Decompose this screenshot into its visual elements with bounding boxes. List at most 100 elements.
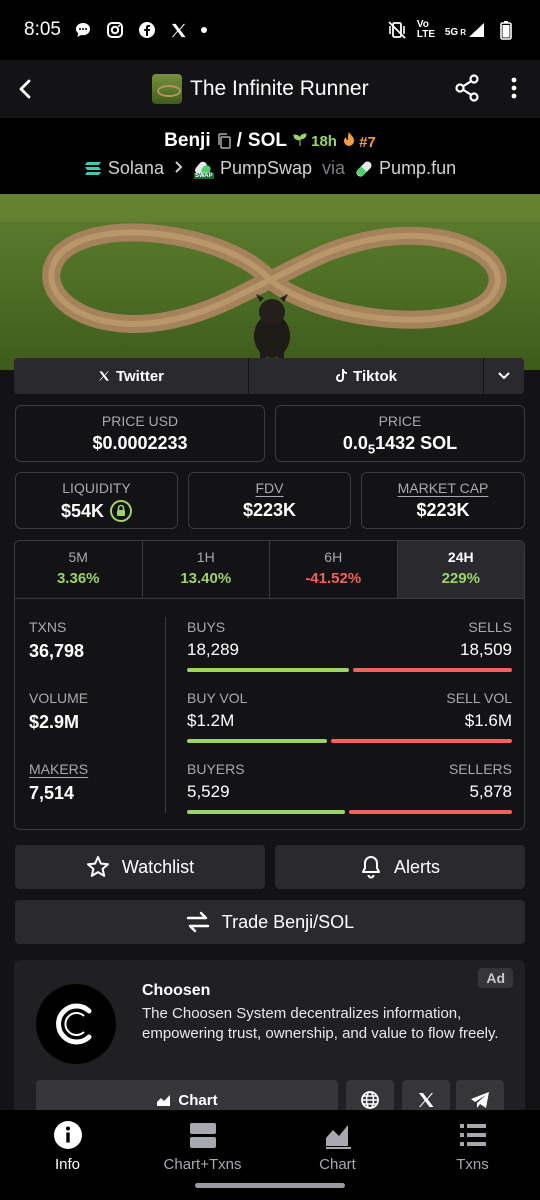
back-button[interactable]: [0, 60, 52, 118]
x-logo-icon: [99, 371, 109, 381]
buy-portion: [187, 810, 345, 814]
pair-source-row: Solana SWAP PumpSwap via Pump.fun: [0, 158, 540, 179]
nav-label: Chart+Txns: [163, 1156, 242, 1173]
tab-5m[interactable]: 5M 3.36%: [15, 541, 143, 598]
swap-badge: SWAP: [193, 172, 214, 179]
price-usd-value: $0.0002233: [92, 433, 188, 453]
buy-portion: [187, 739, 327, 743]
tiktok-link[interactable]: Tiktok: [249, 358, 483, 394]
chat-bubble-icon: [73, 20, 93, 40]
token-thumbnail: [152, 74, 182, 104]
fdv-card[interactable]: FDV $223K: [188, 472, 351, 529]
market-cap-value: $223K: [416, 500, 470, 520]
timeframe-tabs: 5M 3.36% 1H 13.40% 6H -41.52% 24H 229%: [15, 541, 524, 599]
pair-header: Benji / SOL 18h #7 Solana SWAP PumpSwap …: [0, 118, 540, 194]
sells-value: 18,509: [460, 640, 512, 659]
nav-label: Chart: [319, 1156, 356, 1173]
market-cap-card[interactable]: MARKET CAP $223K: [361, 472, 525, 529]
gesture-home-bar[interactable]: [195, 1183, 345, 1188]
volume-label: VOLUME: [29, 690, 89, 706]
nav-label: Info: [54, 1156, 81, 1173]
nav-txns[interactable]: Txns: [405, 1110, 540, 1200]
page-title: The Infinite Runner: [190, 77, 369, 100]
seedling-icon: [293, 132, 307, 146]
solana-icon: [84, 162, 101, 175]
txns-stat: TXNS 36,798: [29, 619, 159, 690]
price-change-panel: 5M 3.36% 1H 13.40% 6H -41.52% 24H 229% T…: [14, 540, 525, 830]
battery-icon: [496, 20, 516, 40]
quote-token: SOL: [247, 130, 287, 151]
volte-label: Vo LTE: [416, 19, 436, 40]
price-usd-card: PRICE USD $0.0002233: [15, 405, 265, 462]
buy-vol-label: BUY VOL: [187, 690, 248, 706]
buy-portion: [187, 668, 349, 672]
instagram-icon: [105, 20, 125, 40]
chevron-right-icon: [174, 158, 184, 179]
tab-24h[interactable]: 24H 229%: [397, 541, 524, 598]
tiktok-icon: [336, 369, 348, 382]
sell-vol-label: SELL VOL: [446, 690, 512, 706]
buys-sells-bar: [187, 668, 512, 672]
token-banner-image: [0, 194, 540, 370]
txns-label: TXNS: [29, 619, 67, 635]
nav-info[interactable]: Info: [0, 1110, 135, 1200]
pair-name-row: Benji / SOL 18h #7: [0, 130, 540, 152]
alerts-button[interactable]: Alerts: [275, 845, 525, 889]
liquidity-value-row: $54K: [16, 500, 177, 522]
sell-portion: [348, 810, 512, 814]
sell-vol-value: $1.6M: [464, 711, 512, 730]
tab-label: 6H: [324, 549, 343, 565]
sellers-label: SELLERS: [448, 761, 512, 777]
advertiser-logo: [36, 984, 116, 1064]
tab-1h[interactable]: 1H 13.40%: [143, 541, 270, 598]
trade-button[interactable]: Trade Benji/SOL: [15, 900, 525, 944]
buy-sell-stats: BUYS SELLS 18,289 18,509 BUY VOL SELL VOL $…: [187, 619, 512, 829]
twitter-label: Twitter: [115, 367, 165, 385]
app-header: The Infinite Runner: [0, 60, 540, 118]
copy-address-button[interactable]: [217, 133, 231, 149]
signal-indicator: 5G R: [445, 22, 486, 38]
sponsored-ad[interactable]: Ad Choosen The Choosen System decentrali…: [14, 960, 525, 1120]
info-icon: [53, 1121, 82, 1149]
watchlist-label: Watchlist: [121, 856, 195, 877]
liquidity-card: LIQUIDITY $54K: [15, 472, 178, 529]
makers-stat[interactable]: MAKERS 7,514: [29, 761, 159, 829]
price-native-label: PRICE: [378, 413, 422, 429]
price-native-value: 0.051432 SOL: [276, 433, 524, 457]
area-chart-icon: [157, 1095, 171, 1106]
system-icons: Vo LTE 5G R: [387, 20, 516, 40]
sells-label: SELLS: [468, 619, 512, 635]
swap-arrows-icon: [186, 911, 209, 933]
buys-value: 18,289: [187, 640, 239, 659]
back-arrow-icon: [19, 79, 31, 99]
buyers-sellers-bar: [187, 810, 512, 814]
trade-label: Trade Benji/SOL: [221, 911, 355, 932]
copy-icon: [217, 133, 231, 149]
nav-label: Txns: [456, 1156, 489, 1173]
pair-age-badge: 18h: [293, 133, 337, 150]
lock-icon[interactable]: [110, 500, 133, 522]
chart-txns-icon: [189, 1123, 216, 1148]
trending-rank-badge: #7: [343, 131, 376, 151]
tab-6h[interactable]: 6H -41.52%: [270, 541, 398, 598]
tiktok-label: Tiktok: [353, 367, 397, 385]
buyers-label: BUYERS: [187, 761, 245, 777]
social-links-bar: Twitter Tiktok: [14, 358, 524, 394]
fdv-value: $223K: [242, 500, 297, 520]
chevron-down-icon: [498, 372, 510, 380]
tab-label: 5M: [68, 549, 88, 565]
volume-value: $2.9M: [29, 712, 80, 732]
share-button[interactable]: [454, 74, 480, 107]
sell-portion: [352, 668, 512, 672]
x-logo-icon: [169, 20, 189, 40]
more-links-dropdown[interactable]: [484, 358, 524, 394]
buy-sell-volume-bar: [187, 739, 512, 743]
watchlist-button[interactable]: Watchlist: [15, 845, 265, 889]
price-prefix: 0.0: [342, 433, 368, 453]
twitter-link[interactable]: Twitter: [14, 358, 248, 394]
volume-stat: VOLUME $2.9M: [29, 690, 159, 761]
price-usd-label: PRICE USD: [101, 413, 179, 429]
pair-separator: /: [236, 130, 242, 151]
more-options-button[interactable]: [510, 76, 518, 105]
summary-stats: TXNS 36,798 VOLUME $2.9M MAKERS 7,514: [29, 619, 159, 829]
